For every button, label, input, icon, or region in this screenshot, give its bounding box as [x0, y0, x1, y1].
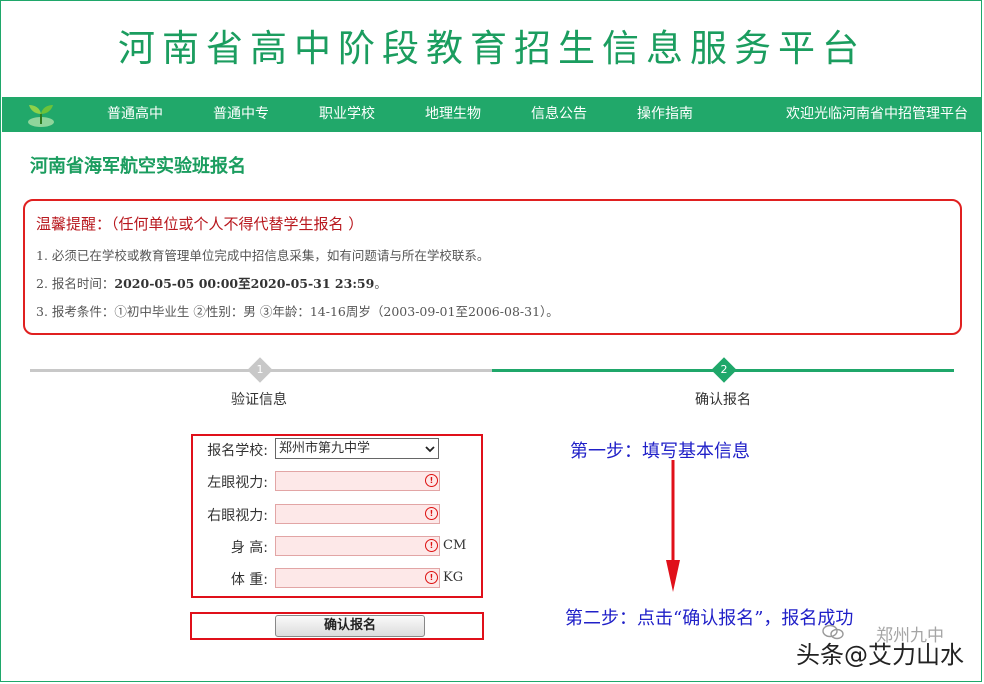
weight-label: 体 重:: [230, 572, 268, 588]
nav-welcome-text: 欢迎光临河南省中招管理平台: [786, 106, 968, 122]
school-select-value: 郑州市第九中学: [279, 441, 371, 456]
notice-line-2-prefix: 2. 报名时间：: [36, 276, 115, 291]
nav-item-guide[interactable]: 操作指南: [637, 97, 693, 132]
height-unit: CM: [443, 538, 467, 553]
school-label: 报名学校:: [207, 443, 268, 459]
weight-unit: KG: [443, 570, 464, 585]
annotation-step-1: 第一步：填写基本信息: [570, 441, 750, 462]
site-title: 河南省高中阶段教育招生信息服务平台: [118, 27, 866, 70]
left-eye-input[interactable]: [275, 471, 440, 491]
notice-line-2: 2. 报名时间：2020-05-05 00:00至2020-05-31 23:5…: [36, 273, 387, 292]
chevron-down-icon: [425, 446, 435, 453]
nav-item-vocational-school[interactable]: 职业学校: [319, 97, 375, 132]
nav-item-announcements[interactable]: 信息公告: [531, 97, 587, 132]
notice-line-3: 3. 报考条件：①初中毕业生 ②性别：男 ③年龄：14-16周岁（2003-09…: [36, 304, 559, 319]
warning-icon: !: [425, 507, 438, 520]
right-eye-label: 右眼视力:: [207, 508, 268, 524]
weight-input[interactable]: [275, 568, 440, 588]
height-input[interactable]: [275, 536, 440, 556]
warning-icon: !: [425, 539, 438, 552]
nav-item-general-high[interactable]: 普通高中: [107, 97, 163, 132]
step-1-label: 验证信息: [231, 392, 287, 408]
step-1-number: 1: [256, 363, 264, 376]
notice-box: 温馨提醒：（任何单位或个人不得代替学生报名 ） 1. 必须已在学校或教育管理单位…: [23, 199, 962, 335]
school-select[interactable]: 郑州市第九中学: [275, 438, 439, 459]
watermark-main: 头条@艾力山水: [796, 641, 964, 669]
notice-time-range: 2020-05-05 00:00至2020-05-31 23:59: [114, 276, 375, 291]
notice-title: 温馨提醒：（任何单位或个人不得代替学生报名 ）: [36, 215, 364, 233]
step-2-label: 确认报名: [695, 392, 751, 408]
page-heading: 河南省海军航空实验班报名: [30, 156, 246, 177]
warning-icon: !: [425, 571, 438, 584]
nav-item-geo-bio[interactable]: 地理生物: [425, 97, 481, 132]
notice-line-2-suffix: 。: [374, 276, 387, 291]
sprout-logo-icon: [28, 105, 54, 127]
step-2-number: 2: [720, 363, 728, 376]
right-eye-input[interactable]: [275, 504, 440, 524]
height-label: 身 高:: [230, 540, 268, 556]
left-eye-label: 左眼视力:: [207, 475, 268, 491]
arrow-down-icon: [666, 460, 680, 592]
warning-icon: !: [425, 474, 438, 487]
notice-line-1: 1. 必须已在学校或教育管理单位完成中招信息采集，如有问题请与所在学校联系。: [36, 248, 490, 263]
annotation-step-2: 第二步：点击“确认报名”，报名成功: [565, 608, 854, 629]
nav-item-secondary-vocational[interactable]: 普通中专: [213, 97, 269, 132]
main-nav: 普通高中 普通中专 职业学校 地理生物 信息公告 操作指南 欢迎光临河南省中招管…: [2, 97, 982, 132]
confirm-signup-button[interactable]: 确认报名: [275, 615, 425, 637]
